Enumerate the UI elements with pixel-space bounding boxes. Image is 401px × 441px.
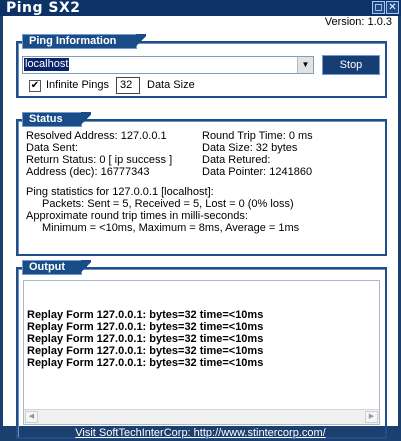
output-line: Replay Form 127.0.0.1: bytes=32 time=<10…	[27, 333, 264, 345]
packets-summary: Packets: Sent = 5, Received = 5, Lost = …	[42, 198, 294, 210]
status-group: Status Resolved Address: 127.0.0.1 Data …	[16, 112, 387, 256]
output-line: Replay Form 127.0.0.1: bytes=32 time=<10…	[27, 321, 264, 333]
data-pointer: Data Pointer: 1241860	[202, 166, 313, 178]
ping-information-group: Ping Information localhost ▼ Stop ✔ Infi…	[16, 34, 387, 98]
data-sent: Data Sent:	[26, 142, 78, 154]
output-line: Replay Form 127.0.0.1: bytes=32 time=<10…	[27, 309, 264, 321]
app-title: Ping SX2	[6, 0, 81, 16]
ping-statistics-heading: Ping statistics for 127.0.0.1 [localhost…	[26, 186, 214, 198]
website-link[interactable]: Visit SoftTechInterCorp: http://www.stin…	[0, 427, 401, 439]
output-line: Replay Form 127.0.0.1: bytes=32 time=<10…	[27, 357, 264, 369]
arrow-left-icon[interactable]: ◀	[25, 411, 38, 423]
round-trip-summary: Minimum = <10ms, Maximum = 8ms, Average …	[42, 222, 300, 234]
infinite-pings-label[interactable]: Infinite Pings	[46, 79, 109, 91]
title-bar[interactable]: Ping SX2 ◻ ✕	[0, 0, 401, 16]
address-dec: Address (dec): 16777343	[26, 166, 150, 178]
return-status: Return Status: 0 [ ip success ]	[26, 154, 173, 166]
resolved-address: Resolved Address: 127.0.0.1	[26, 130, 167, 142]
round-trip-time: Round Trip Time: 0 ms	[202, 130, 313, 142]
host-value: localhost	[24, 58, 70, 71]
host-combobox[interactable]: localhost ▼	[22, 56, 314, 74]
output-line: Replay Form 127.0.0.1: bytes=32 time=<10…	[27, 345, 264, 357]
infinite-pings-checkbox[interactable]: ✔	[29, 80, 41, 92]
main-panel: Version: 1.0.3 Ping Information localhos…	[3, 16, 398, 439]
output-title: Output	[22, 260, 91, 275]
maximize-icon[interactable]: ◻	[372, 1, 385, 14]
output-textarea[interactable]: Replay Form 127.0.0.1: bytes=32 time=<10…	[23, 280, 380, 425]
chevron-down-icon[interactable]: ▼	[297, 57, 313, 73]
stop-button[interactable]: Stop	[322, 55, 380, 75]
status-title: Status	[22, 112, 91, 127]
data-size-input[interactable]: 32	[116, 77, 140, 94]
data-size-label: Data Size	[147, 79, 195, 91]
data-returned: Data Retured:	[202, 154, 271, 166]
close-icon[interactable]: ✕	[386, 1, 399, 14]
output-group: Output Replay Form 127.0.0.1: bytes=32 t…	[16, 260, 387, 439]
data-size: Data Size: 32 bytes	[202, 142, 298, 154]
round-trip-heading: Approximate round trip times in milli-se…	[26, 210, 248, 222]
arrow-right-icon[interactable]: ▶	[365, 411, 378, 423]
horizontal-scrollbar[interactable]: ◀ ▶	[24, 409, 379, 424]
version-label: Version: 1.0.3	[324, 16, 392, 28]
ping-information-title: Ping Information	[22, 34, 146, 49]
